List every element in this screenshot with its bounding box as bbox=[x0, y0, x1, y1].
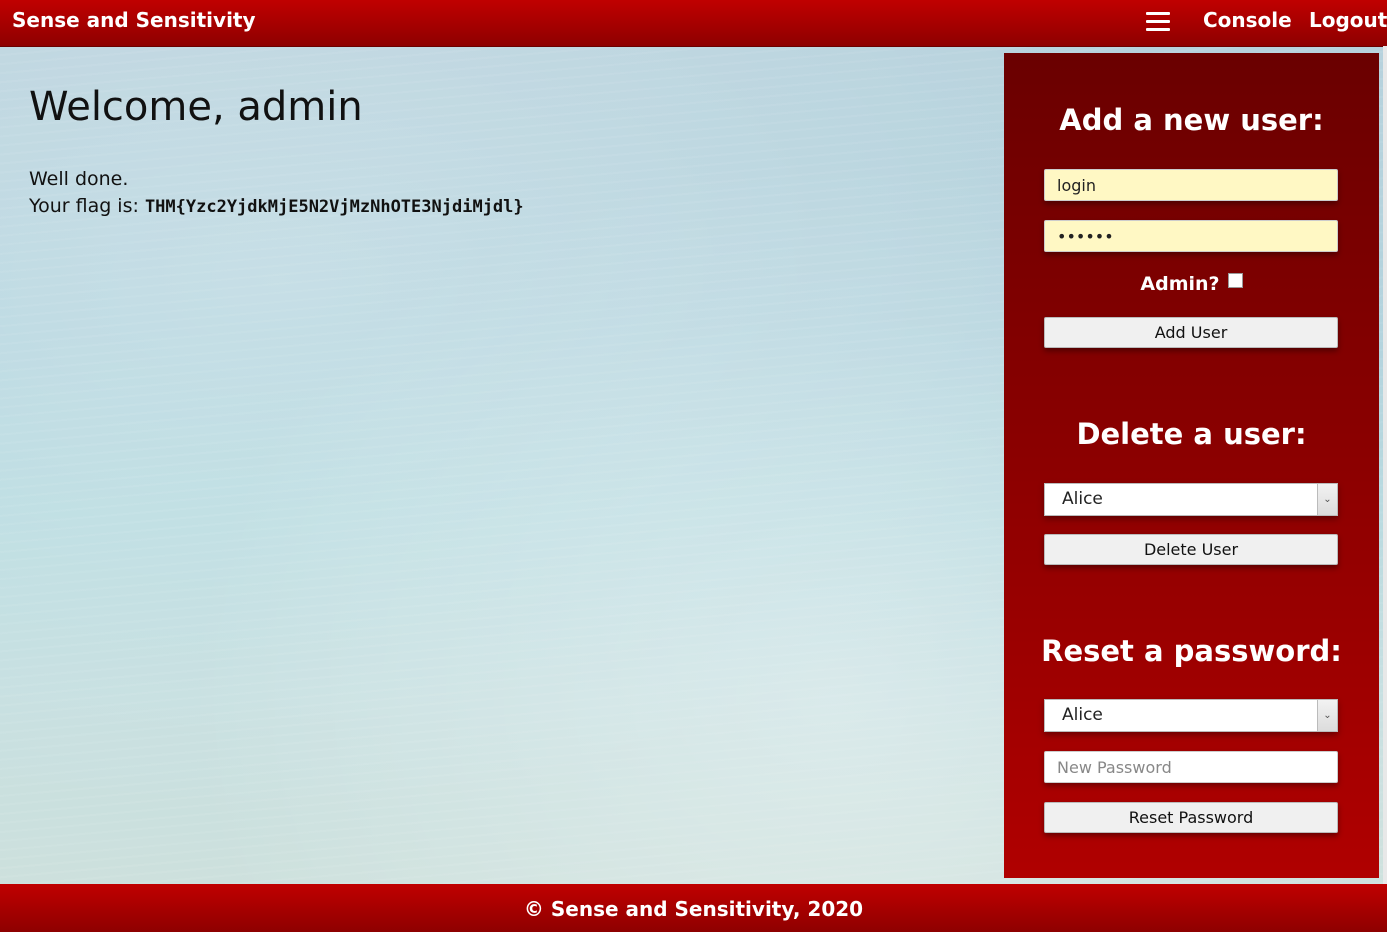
login-input[interactable] bbox=[1044, 169, 1338, 201]
admin-checkbox[interactable] bbox=[1227, 273, 1243, 288]
delete-user-select[interactable]: Alice ⌄ bbox=[1044, 483, 1338, 516]
scrollbar-edge[interactable] bbox=[1383, 46, 1387, 884]
delete-user-button[interactable]: Delete User bbox=[1044, 534, 1338, 565]
reset-password-button[interactable]: Reset Password bbox=[1044, 802, 1338, 833]
flag-value: THM{Yzc2YjdkMjE5N2VjMzNhOTE3NjdiMjdl} bbox=[144, 197, 524, 217]
chevron-down-icon[interactable]: ⌄ bbox=[1317, 700, 1337, 731]
admin-panel: Add a new user: Admin? Add User Delete a… bbox=[1004, 53, 1379, 878]
add-user-button[interactable]: Add User bbox=[1044, 317, 1338, 348]
brand-title[interactable]: Sense and Sensitivity bbox=[12, 8, 256, 32]
reset-password-title: Reset a password: bbox=[1041, 634, 1342, 668]
password-input[interactable] bbox=[1044, 220, 1338, 252]
add-user-title: Add a new user: bbox=[1059, 103, 1324, 137]
footer: © Sense and Sensitivity, 2020 bbox=[0, 884, 1387, 932]
nav-logout-link[interactable]: Logout bbox=[1309, 8, 1387, 32]
top-navbar: Sense and Sensitivity Console Logout bbox=[0, 0, 1387, 47]
reset-user-select[interactable]: Alice ⌄ bbox=[1044, 699, 1338, 732]
admin-label: Admin? bbox=[1140, 273, 1220, 295]
chevron-down-icon[interactable]: ⌄ bbox=[1317, 484, 1337, 515]
well-done-text: Well done. bbox=[29, 168, 129, 190]
admin-row: Admin? bbox=[1004, 273, 1379, 295]
flag-message: Well done. Your flag is: THM{Yzc2YjdkMjE… bbox=[29, 166, 524, 221]
reset-user-selected: Alice bbox=[1062, 705, 1103, 725]
delete-user-selected: Alice bbox=[1062, 489, 1103, 509]
new-password-input[interactable] bbox=[1044, 751, 1338, 783]
nav-console-link[interactable]: Console bbox=[1203, 8, 1292, 32]
flag-line: Your flag is: THM{Yzc2YjdkMjE5N2VjMzNhOT… bbox=[29, 193, 524, 221]
flag-label: Your flag is: bbox=[29, 195, 145, 217]
welcome-heading: Welcome, admin bbox=[29, 84, 363, 130]
delete-user-title: Delete a user: bbox=[1076, 417, 1307, 451]
hamburger-menu-icon[interactable] bbox=[1146, 12, 1170, 32]
